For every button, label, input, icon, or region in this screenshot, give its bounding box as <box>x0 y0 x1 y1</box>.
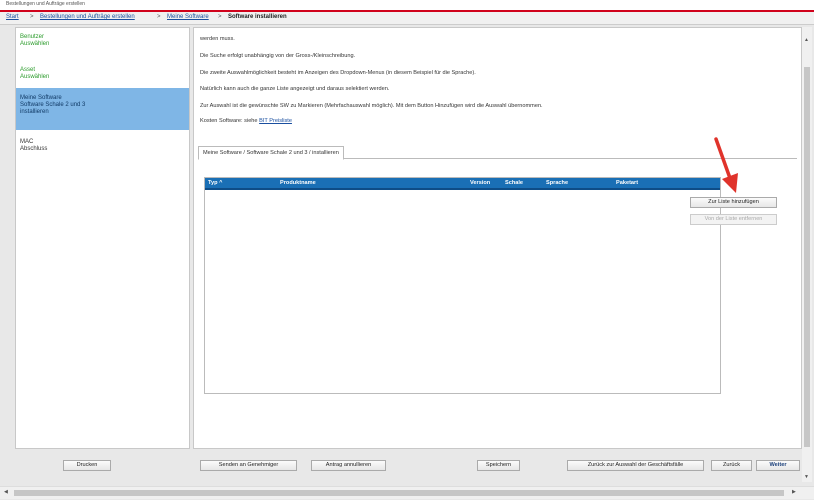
column-version[interactable]: Version <box>470 180 490 186</box>
back-button[interactable]: Zurück <box>711 460 752 471</box>
step-subtitle: Software Schale 2 und 3 <box>20 102 86 108</box>
app-top-bar: Bestellungen und Aufträge erstellen <box>0 0 814 12</box>
price-list-link[interactable]: BIT Preisliste <box>259 118 292 124</box>
back-to-cases-button[interactable]: Zurück zur Auswahl der Geschäftsfälle <box>567 460 704 471</box>
table-header: Typ ^ Produktname Version Schale Sprache… <box>205 178 720 190</box>
save-button[interactable]: Speichern <box>477 460 520 471</box>
column-sprache[interactable]: Sprache <box>546 180 568 186</box>
breadcrumb: Start > Bestellungen und Aufträge erstel… <box>0 12 814 25</box>
step-benutzer[interactable]: Benutzer Auswählen <box>16 31 189 51</box>
cancel-request-button[interactable]: Antrag annullieren <box>311 460 386 471</box>
description-line: Die zweite Auswahlmöglichkeit besteht im… <box>200 70 476 76</box>
action-bar: Drucken Senden an Genehmiger Antrag annu… <box>0 452 814 476</box>
breadcrumb-separator: > <box>157 14 161 20</box>
print-button[interactable]: Drucken <box>63 460 111 471</box>
step-subtitle: installieren <box>20 109 49 115</box>
breadcrumb-current: Software installieren <box>228 14 287 20</box>
column-produktname[interactable]: Produktname <box>280 180 316 186</box>
description-line: Die Suche erfolgt unabhängig von der Gro… <box>200 53 356 59</box>
breadcrumb-separator: > <box>218 14 222 20</box>
description-line: Zur Auswahl ist die gewünschte SW zu Mar… <box>200 103 543 109</box>
wizard-steps-sidebar: Benutzer Auswählen Asset Auswählen Meine… <box>15 27 190 449</box>
step-title: Benutzer <box>20 34 45 40</box>
column-paketart[interactable]: Paketart <box>616 180 638 186</box>
description-line: werden muss. <box>200 36 235 42</box>
step-subtitle: Auswählen <box>20 74 50 80</box>
description-line: Natürlich kann auch die ganze Liste ange… <box>200 86 390 92</box>
scroll-right-icon[interactable]: ▶ <box>792 489 796 495</box>
step-title: MAC <box>20 139 34 145</box>
vertical-scrollbar[interactable]: ▲ ▼ <box>802 27 812 482</box>
scroll-down-icon[interactable]: ▼ <box>804 474 809 480</box>
scrollbar-thumb[interactable] <box>804 67 810 447</box>
window-title: Bestellungen und Aufträge erstellen <box>6 1 85 7</box>
breadcrumb-meine-software[interactable]: Meine Software <box>167 14 209 20</box>
next-button[interactable]: Weiter <box>756 460 800 471</box>
send-to-approver-button[interactable]: Senden an Genehmiger <box>200 460 297 471</box>
step-subtitle: Auswählen <box>20 41 50 47</box>
scroll-left-icon[interactable]: ◀ <box>4 489 8 495</box>
software-table: Typ ^ Produktname Version Schale Sprache… <box>204 177 721 394</box>
annotation-arrow-icon <box>714 137 738 193</box>
breadcrumb-separator: > <box>30 14 34 20</box>
horizontal-scrollbar[interactable]: ◀ ▶ <box>0 486 814 499</box>
column-schale[interactable]: Schale <box>505 180 523 186</box>
scroll-up-icon[interactable]: ▲ <box>804 37 809 43</box>
add-to-list-button[interactable]: Zur Liste hinzufügen <box>690 197 777 208</box>
tab-meine-software[interactable]: Meine Software / Software Schale 2 und 3… <box>198 146 344 160</box>
step-title: Asset <box>20 67 36 73</box>
scrollbar-thumb[interactable] <box>14 490 784 496</box>
breadcrumb-bestellungen[interactable]: Bestellungen und Aufträge erstellen <box>40 14 135 20</box>
costs-line: Kosten Software: siehe BIT Preisliste <box>200 118 292 124</box>
step-mac[interactable]: MAC Abschluss <box>16 136 189 156</box>
main-content: werden muss. Die Suche erfolgt unabhängi… <box>193 27 802 449</box>
breadcrumb-start[interactable]: Start <box>6 14 19 20</box>
step-meine-software[interactable]: Meine Software Software Schale 2 und 3 i… <box>16 88 189 130</box>
step-subtitle: Abschluss <box>20 146 48 152</box>
step-title: Meine Software <box>20 95 62 101</box>
costs-label: Kosten Software: siehe <box>200 118 258 124</box>
remove-from-list-button[interactable]: Von der Liste entfernen <box>690 214 777 225</box>
column-typ[interactable]: Typ ^ <box>208 180 222 186</box>
step-asset[interactable]: Asset Auswählen <box>16 64 189 84</box>
